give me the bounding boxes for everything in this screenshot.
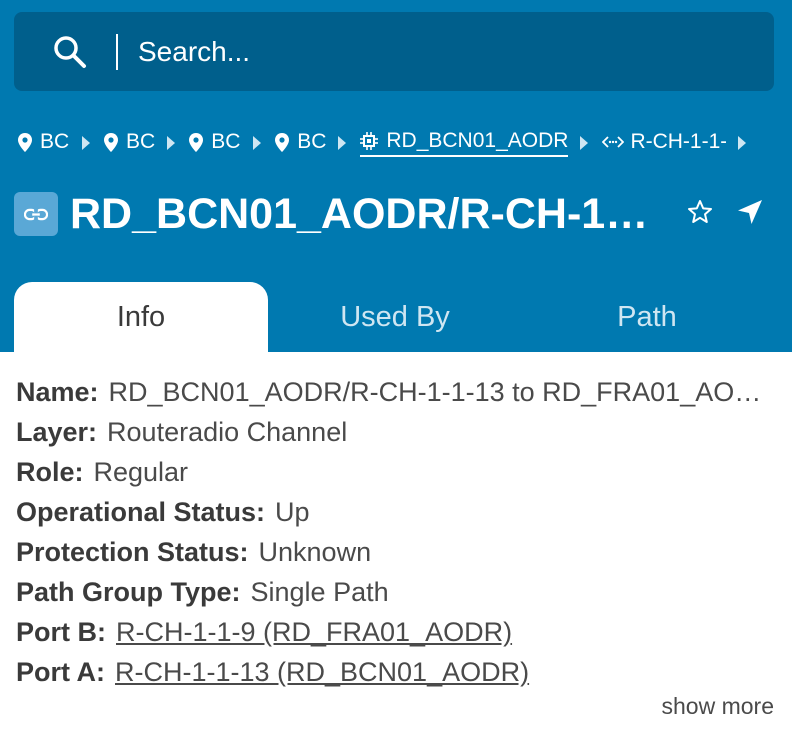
detail-value: RD_BCN01_AODR/R-CH-1-1-13 to RD_FRA01_AO… bbox=[108, 377, 776, 407]
search-icon[interactable] bbox=[52, 34, 88, 70]
detail-row-protection-status: Protection Status: Unknown bbox=[16, 532, 776, 572]
header: BCN BC BCN BC bbox=[0, 0, 792, 352]
detail-label: Name: bbox=[16, 377, 99, 407]
link-arrows-icon bbox=[602, 136, 625, 148]
info-details: Name: RD_BCN01_AODR/R-CH-1-1-13 to RD_FRA… bbox=[16, 372, 776, 692]
breadcrumb-item-6[interactable]: R-CH-1-1-13 bbox=[602, 130, 726, 156]
breadcrumb-separator-icon bbox=[82, 136, 90, 150]
detail-row-operational-status: Operational Status: Up bbox=[16, 492, 776, 532]
chip-icon bbox=[360, 132, 379, 150]
link-icon bbox=[14, 192, 58, 236]
detail-value: Unknown bbox=[258, 537, 372, 567]
detail-row-name: Name: RD_BCN01_AODR/R-CH-1-1-13 to RD_FRA… bbox=[16, 372, 776, 412]
tab-bar: Info Used By Path bbox=[0, 282, 792, 352]
show-more-link[interactable]: show more bbox=[662, 693, 774, 720]
location-pin-icon bbox=[189, 132, 204, 152]
detail-value: Routeradio Channel bbox=[107, 417, 348, 447]
breadcrumb-separator-icon bbox=[338, 136, 347, 150]
detail-label: Port A: bbox=[16, 657, 105, 687]
search-bar bbox=[14, 12, 774, 91]
detail-row-port-b: Port B: R-CH-1-1-9 (RD_FRA01_AODR) bbox=[16, 612, 776, 652]
breadcrumb-item-2[interactable]: BC bbox=[104, 130, 155, 156]
port-a-link[interactable]: R-CH-1-1-13 (RD_BCN01_AODR) bbox=[115, 657, 529, 687]
search-divider bbox=[116, 34, 118, 70]
navigate-icon[interactable] bbox=[736, 198, 764, 226]
page-title-row: RD_BCN01_AODR/R-CH-1-1-13 to RD_FRA01_AO… bbox=[14, 186, 660, 242]
detail-label: Port B: bbox=[16, 617, 106, 647]
detail-value: Regular bbox=[93, 457, 189, 487]
breadcrumb-item-3[interactable]: BCN bbox=[189, 130, 241, 156]
breadcrumb-item-1[interactable]: BCN bbox=[18, 130, 70, 156]
breadcrumb-label: R-CH-1-1-13 bbox=[630, 130, 726, 153]
detail-row-port-a: Port A: R-CH-1-1-13 (RD_BCN01_AODR) bbox=[16, 652, 776, 692]
tab-info[interactable]: Info bbox=[14, 282, 268, 352]
breadcrumb-item-4[interactable]: BC bbox=[275, 130, 326, 156]
detail-label: Operational Status: bbox=[16, 497, 266, 527]
breadcrumb-separator-icon bbox=[738, 136, 747, 150]
page-title: RD_BCN01_AODR/R-CH-1-1-13 to RD_FRA01_AO… bbox=[70, 189, 660, 238]
detail-value: Up bbox=[275, 497, 310, 527]
breadcrumb: BCN BC BCN BC bbox=[18, 126, 760, 160]
breadcrumb-item-5[interactable]: RD_BCN01_AODR bbox=[360, 129, 569, 157]
port-b-link[interactable]: R-CH-1-1-9 (RD_FRA01_AODR) bbox=[116, 617, 512, 647]
location-pin-icon bbox=[275, 132, 290, 152]
breadcrumb-label: BCN bbox=[211, 130, 241, 153]
search-input[interactable] bbox=[124, 20, 744, 83]
breadcrumb-separator-icon bbox=[167, 136, 176, 150]
detail-label: Role: bbox=[16, 457, 84, 487]
breadcrumb-label: RD_BCN01_AODR bbox=[386, 129, 569, 152]
detail-label: Path Group Type: bbox=[16, 577, 241, 607]
breadcrumb-separator-icon bbox=[253, 136, 262, 150]
breadcrumb-label: BC bbox=[126, 130, 156, 153]
location-pin-icon bbox=[18, 132, 32, 152]
detail-label: Layer: bbox=[16, 417, 98, 447]
star-icon[interactable] bbox=[686, 198, 714, 226]
tab-path[interactable]: Path bbox=[520, 282, 774, 352]
detail-value: Single Path bbox=[250, 577, 389, 607]
breadcrumb-label: BCN bbox=[40, 130, 70, 153]
detail-row-role: Role: Regular bbox=[16, 452, 776, 492]
breadcrumb-separator-icon bbox=[580, 136, 589, 150]
breadcrumb-label: BC bbox=[297, 130, 327, 153]
location-pin-icon bbox=[104, 132, 118, 152]
detail-row-layer: Layer: Routeradio Channel bbox=[16, 412, 776, 452]
tab-used-by[interactable]: Used By bbox=[268, 282, 522, 352]
detail-row-path-group-type: Path Group Type: Single Path bbox=[16, 572, 776, 612]
detail-label: Protection Status: bbox=[16, 537, 249, 567]
